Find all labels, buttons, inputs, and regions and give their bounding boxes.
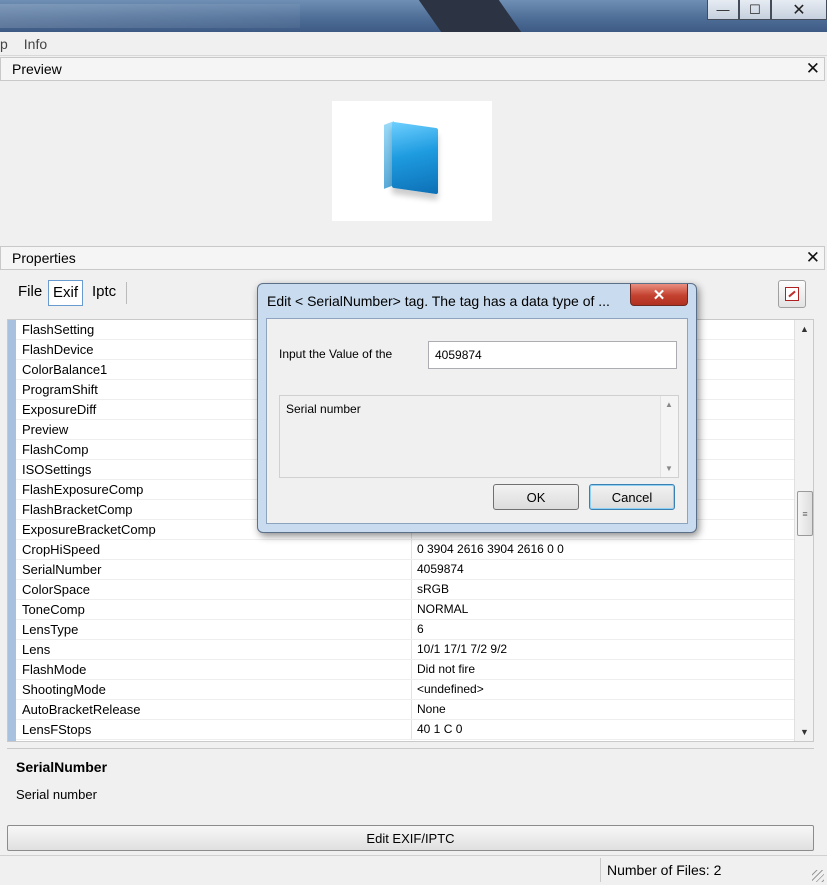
property-row[interactable]: FlashMode Did not fire [16, 660, 795, 680]
property-row[interactable]: ToneComp NORMAL [16, 600, 795, 620]
grid-margin [8, 320, 16, 741]
property-name: ToneComp [16, 600, 412, 619]
property-value[interactable]: 0 3904 2616 3904 2616 0 0 [412, 540, 564, 559]
property-name: FlashMode [16, 660, 412, 679]
property-row[interactable]: SerialNumber 4059874 [16, 560, 795, 580]
export-tool-button[interactable] [778, 280, 806, 308]
preview-area [0, 81, 827, 247]
dialog-close-button[interactable]: ✕ [630, 284, 688, 306]
property-name: Lens [16, 640, 412, 659]
status-bar: Number of Files: 2 [0, 855, 827, 885]
property-name: LensType [16, 620, 412, 639]
property-name: ColorSpace [16, 580, 412, 599]
preview-close-icon[interactable]: ✕ [806, 59, 820, 79]
value-label: Input the Value of the [279, 347, 393, 361]
dialog-title: Edit < SerialNumber> tag. The tag has a … [267, 293, 610, 309]
scroll-down-icon[interactable]: ▼ [795, 723, 813, 741]
properties-panel-header: Properties ✕ [0, 246, 825, 270]
window-close-button[interactable]: ✕ [771, 0, 827, 20]
description-area: SerialNumber Serial number [7, 748, 814, 820]
grid-scrollbar[interactable]: ▲ ≡ ▼ [794, 320, 813, 741]
property-row[interactable]: CropHiSpeed 0 3904 2616 3904 2616 0 0 [16, 540, 795, 560]
files-count: Number of Files: 2 [600, 858, 800, 882]
edit-tag-dialog: Edit < SerialNumber> tag. The tag has a … [257, 283, 697, 533]
property-value[interactable]: <undefined> [412, 680, 484, 699]
description-text: Serial number [16, 787, 97, 802]
titlebar-background-shape [418, 0, 522, 32]
minimize-button[interactable]: — [707, 0, 739, 20]
menu-bar: p Info [0, 32, 827, 56]
scroll-up-icon[interactable]: ▲ [795, 320, 813, 338]
property-value[interactable]: sRGB [412, 580, 449, 599]
property-row[interactable]: ShootingMode <undefined> [16, 680, 795, 700]
preview-panel-header: Preview ✕ [0, 57, 825, 81]
property-value[interactable]: 4059874 [412, 560, 464, 579]
product-box-image [382, 121, 444, 195]
window-titlebar: — ☐ ✕ [0, 0, 827, 32]
maximize-button[interactable]: ☐ [739, 0, 771, 20]
tab-iptc[interactable]: Iptc [86, 280, 122, 306]
value-input[interactable]: 4059874 [428, 341, 677, 369]
resize-grip[interactable] [812, 870, 824, 882]
property-name: ShootingMode [16, 680, 412, 699]
menu-item-help[interactable]: p [0, 36, 12, 52]
edit-exif-iptc-button[interactable]: Edit EXIF/IPTC [7, 825, 814, 851]
preview-panel-title: Preview [12, 61, 62, 77]
property-value[interactable]: None [412, 700, 446, 719]
ok-button[interactable]: OK [493, 484, 579, 510]
export-icon [785, 287, 799, 301]
tab-separator [126, 282, 127, 304]
property-row[interactable]: ColorSpace sRGB [16, 580, 795, 600]
description-title: SerialNumber [16, 759, 108, 775]
dialog-body: Input the Value of the 4059874 Serial nu… [266, 318, 688, 524]
window-buttons: — ☐ ✕ [707, 0, 827, 20]
description-scrollbar[interactable]: ▲ ▼ [660, 396, 678, 477]
desc-scroll-up-icon[interactable]: ▲ [665, 400, 673, 409]
property-name: SerialNumber [16, 560, 412, 579]
property-value[interactable]: 6 [412, 620, 424, 639]
menu-item-info[interactable]: Info [24, 36, 51, 52]
preview-image [332, 101, 492, 221]
property-row[interactable]: Lens 10/1 17/1 7/2 9/2 [16, 640, 795, 660]
property-row[interactable]: LensType 6 [16, 620, 795, 640]
property-name: LensFStops [16, 720, 412, 739]
titlebar-background [0, 4, 300, 28]
tag-description-text: Serial number [286, 402, 361, 416]
property-name: AutoBracketRelease [16, 700, 412, 719]
properties-panel-title: Properties [12, 250, 76, 266]
tab-exif[interactable]: Exif [48, 280, 84, 306]
property-value[interactable]: Did not fire [412, 660, 475, 679]
cancel-button[interactable]: Cancel [589, 484, 675, 510]
property-row[interactable]: LensFStops 40 1 C 0 [16, 720, 795, 740]
property-value[interactable]: 40 1 C 0 [412, 720, 462, 739]
property-value[interactable]: 10/1 17/1 7/2 9/2 [412, 640, 507, 659]
property-name: CropHiSpeed [16, 540, 412, 559]
tag-description-box[interactable]: Serial number ▲ ▼ [279, 395, 679, 478]
scroll-thumb[interactable]: ≡ [797, 491, 813, 536]
property-value[interactable]: NORMAL [412, 600, 468, 619]
product-box-front [392, 121, 438, 195]
desc-scroll-down-icon[interactable]: ▼ [665, 464, 673, 473]
property-row[interactable]: AutoBracketRelease None [16, 700, 795, 720]
properties-close-icon[interactable]: ✕ [806, 248, 820, 268]
tab-file[interactable]: File [12, 280, 48, 306]
